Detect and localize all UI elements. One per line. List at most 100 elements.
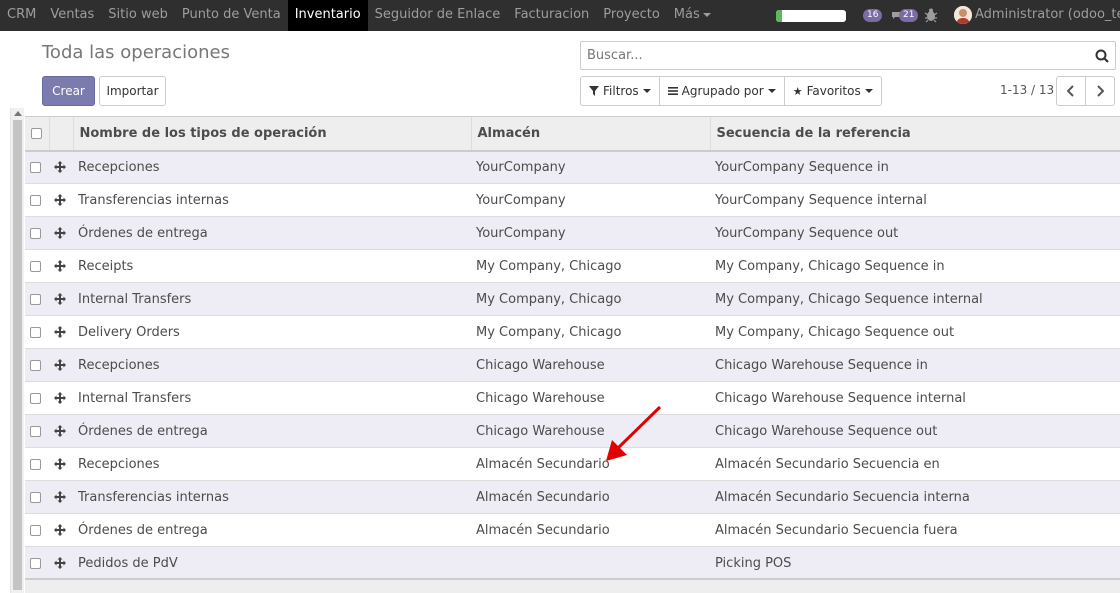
- select-all-checkbox[interactable]: [31, 127, 42, 139]
- row-checkbox[interactable]: [30, 161, 41, 173]
- table-row[interactable]: Transferencias internas YourCompany YourCo…: [25, 183, 1120, 217]
- cell-warehouse[interactable]: Almacén Secundario: [471, 480, 710, 514]
- row-checkbox[interactable]: [30, 557, 41, 569]
- row-checkbox[interactable]: [30, 227, 41, 239]
- table-row[interactable]: Órdenes de entrega Almacén Secundario Alma…: [25, 513, 1120, 547]
- cell-name[interactable]: Internal Transfers: [73, 282, 471, 316]
- menu-crm[interactable]: CRM: [0, 0, 43, 31]
- drag-handle-icon[interactable]: [54, 557, 66, 569]
- cell-warehouse[interactable]: My Company, Chicago: [471, 282, 710, 316]
- pager-value[interactable]: 1-13 / 13: [1000, 83, 1054, 97]
- cell-sequence[interactable]: YourCompany Sequence internal: [710, 183, 1120, 217]
- cell-sequence[interactable]: Almacén Secundario Secuencia fuera: [710, 513, 1120, 547]
- row-checkbox[interactable]: [30, 425, 41, 437]
- cell-sequence[interactable]: Almacén Secundario Secuencia en: [710, 447, 1120, 481]
- cell-warehouse[interactable]: YourCompany: [471, 216, 710, 250]
- cell-name[interactable]: Transferencias internas: [73, 183, 471, 217]
- cell-warehouse[interactable]: Almacén Secundario: [471, 447, 710, 481]
- cell-name[interactable]: Recepciones: [73, 447, 471, 481]
- drag-handle-icon[interactable]: [54, 425, 66, 437]
- cell-sequence[interactable]: Chicago Warehouse Sequence in: [710, 348, 1120, 382]
- column-header-name[interactable]: Nombre de los tipos de operación: [72, 116, 471, 152]
- groupby-button[interactable]: Agrupado por: [658, 76, 785, 106]
- cell-warehouse[interactable]: Chicago Warehouse: [471, 348, 710, 382]
- row-checkbox[interactable]: [30, 458, 41, 470]
- drag-handle-icon[interactable]: [54, 161, 66, 174]
- drag-handle-icon[interactable]: [54, 491, 66, 503]
- cell-warehouse[interactable]: My Company, Chicago: [471, 249, 710, 283]
- menu-inventario[interactable]: Inventario: [287, 0, 368, 31]
- cell-sequence[interactable]: Picking POS: [710, 546, 1120, 580]
- drag-handle-icon[interactable]: [54, 359, 66, 371]
- column-header-warehouse[interactable]: Almacén: [470, 116, 710, 152]
- cell-warehouse[interactable]: [471, 546, 710, 580]
- cell-name[interactable]: Receipts: [73, 249, 471, 283]
- cell-warehouse[interactable]: YourCompany: [471, 150, 710, 184]
- cell-name[interactable]: Delivery Orders: [73, 315, 471, 349]
- row-checkbox[interactable]: [30, 293, 41, 305]
- table-row[interactable]: Pedidos de PdV Picking POS: [25, 546, 1120, 580]
- onboarding-progress-bar[interactable]: [776, 10, 846, 22]
- cell-sequence[interactable]: Chicago Warehouse Sequence out: [710, 414, 1120, 448]
- drag-handle-icon[interactable]: [54, 458, 66, 470]
- create-button[interactable]: Crear: [42, 76, 95, 106]
- cell-sequence[interactable]: Almacén Secundario Secuencia interna: [710, 480, 1120, 514]
- cell-warehouse[interactable]: Almacén Secundario: [471, 513, 710, 547]
- cell-sequence[interactable]: YourCompany Sequence in: [710, 150, 1120, 184]
- row-checkbox[interactable]: [30, 260, 41, 272]
- pager-next-button[interactable]: [1085, 76, 1115, 106]
- messaging-menu[interactable]: 21: [891, 7, 919, 23]
- cell-name[interactable]: Transferencias internas: [73, 480, 471, 514]
- table-row[interactable]: Recepciones Chicago Warehouse Chicago Ware…: [25, 348, 1120, 382]
- scroll-up-icon[interactable]: [14, 111, 22, 116]
- filters-button[interactable]: Filtros: [580, 76, 660, 106]
- drag-handle-icon[interactable]: [54, 326, 66, 338]
- cell-sequence[interactable]: My Company, Chicago Sequence out: [710, 315, 1120, 349]
- table-row[interactable]: Delivery Orders My Company, Chicago My Com…: [25, 315, 1120, 349]
- drag-handle-icon[interactable]: [54, 227, 66, 239]
- cell-sequence[interactable]: My Company, Chicago Sequence internal: [710, 282, 1120, 316]
- row-checkbox[interactable]: [30, 392, 41, 404]
- user-menu[interactable]: Administrator (odoo_tec2: [975, 0, 1120, 31]
- bug-icon[interactable]: [924, 7, 938, 23]
- row-checkbox[interactable]: [30, 491, 41, 503]
- row-checkbox[interactable]: [30, 326, 41, 338]
- cell-name[interactable]: Recepciones: [73, 348, 471, 382]
- table-row[interactable]: Internal Transfers My Company, Chicago My …: [25, 282, 1120, 316]
- table-row[interactable]: Recepciones YourCompany YourCompany Sequen…: [25, 150, 1120, 184]
- drag-handle-icon[interactable]: [54, 194, 66, 206]
- menu-ventas[interactable]: Ventas: [43, 0, 101, 31]
- column-header-sequence[interactable]: Secuencia de la referencia: [709, 116, 1120, 152]
- search-icon[interactable]: [1095, 49, 1109, 63]
- cell-warehouse[interactable]: Chicago Warehouse: [471, 414, 710, 448]
- drag-handle-icon[interactable]: [54, 392, 66, 404]
- search-input[interactable]: [581, 42, 1071, 69]
- cell-name[interactable]: Órdenes de entrega: [73, 414, 471, 448]
- drag-handle-icon[interactable]: [54, 293, 66, 305]
- avatar[interactable]: [954, 6, 972, 24]
- table-row[interactable]: Órdenes de entrega Chicago Warehouse Chica…: [25, 414, 1120, 448]
- table-row[interactable]: Recepciones Almacén Secundario Almacén Sec…: [25, 447, 1120, 481]
- row-checkbox[interactable]: [30, 359, 41, 371]
- favorites-button[interactable]: ★ Favoritos: [783, 76, 882, 106]
- cell-sequence[interactable]: My Company, Chicago Sequence in: [710, 249, 1120, 283]
- menu-punto-de-venta[interactable]: Punto de Venta: [175, 0, 288, 31]
- cell-warehouse[interactable]: My Company, Chicago: [471, 315, 710, 349]
- cell-name[interactable]: Internal Transfers: [73, 381, 471, 415]
- scrollbar[interactable]: [10, 108, 24, 593]
- cell-warehouse[interactable]: YourCompany: [471, 183, 710, 217]
- cell-name[interactable]: Órdenes de entrega: [73, 216, 471, 250]
- menu-sitio-web[interactable]: Sitio web: [101, 0, 175, 31]
- activity-menu[interactable]: 16: [863, 7, 883, 23]
- cell-sequence[interactable]: YourCompany Sequence out: [710, 216, 1120, 250]
- import-button[interactable]: Importar: [99, 76, 166, 106]
- cell-warehouse[interactable]: Chicago Warehouse: [471, 381, 710, 415]
- menu-seguidor-de-enlace[interactable]: Seguidor de Enlace: [368, 0, 508, 31]
- cell-name[interactable]: Órdenes de entrega: [73, 513, 471, 547]
- table-row[interactable]: Internal Transfers Chicago Warehouse Chica…: [25, 381, 1120, 415]
- row-checkbox[interactable]: [30, 524, 41, 536]
- table-row[interactable]: Transferencias internas Almacén Secundari…: [25, 480, 1120, 514]
- pager-previous-button[interactable]: [1056, 76, 1086, 106]
- cell-name[interactable]: Recepciones: [73, 150, 471, 184]
- cell-sequence[interactable]: Chicago Warehouse Sequence internal: [710, 381, 1120, 415]
